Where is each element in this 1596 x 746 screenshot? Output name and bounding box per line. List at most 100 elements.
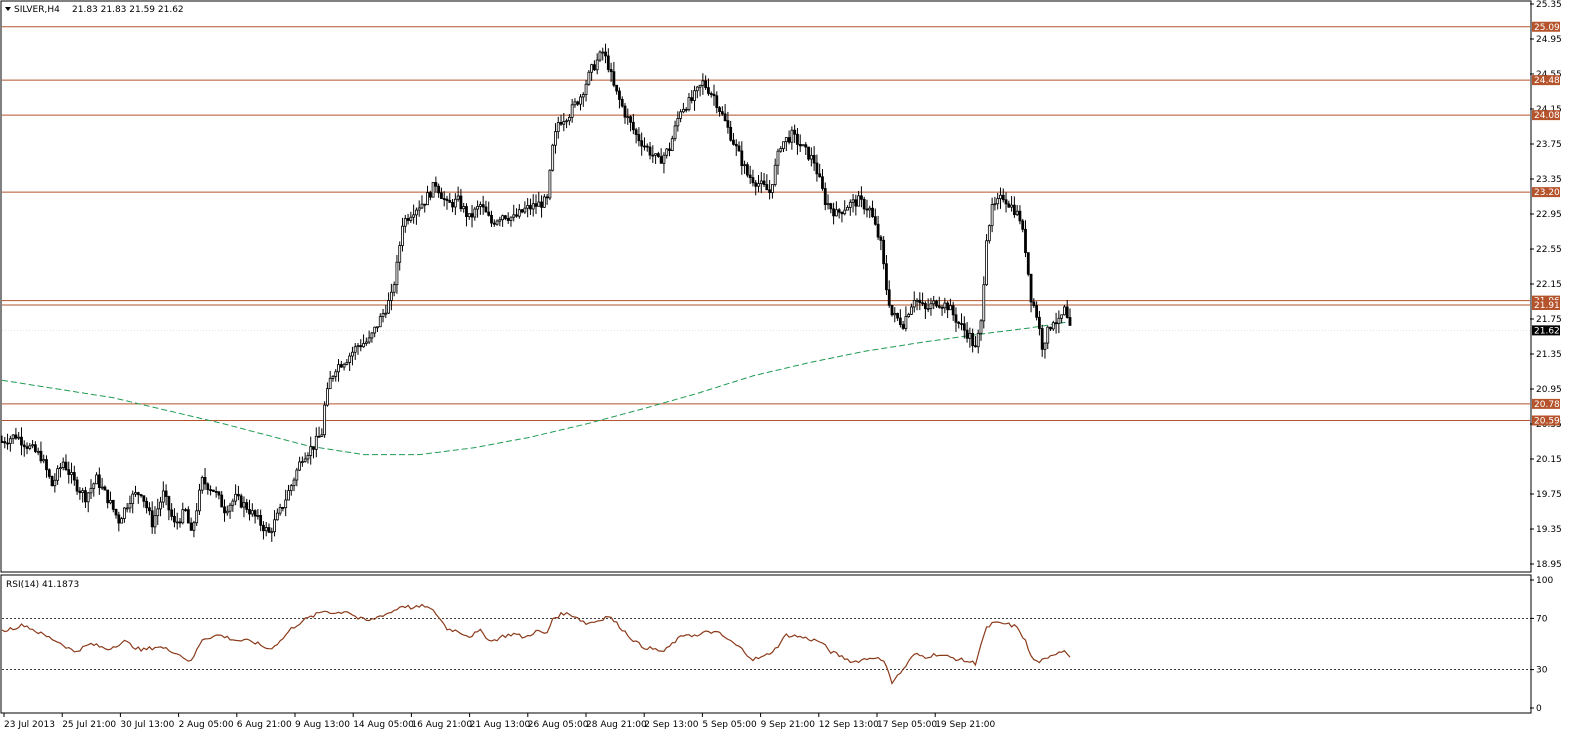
- candle-body: [106, 489, 110, 504]
- candle-body: [323, 404, 327, 436]
- candle-body: [270, 531, 274, 534]
- candle-body: [78, 490, 82, 494]
- candle-body: [3, 441, 7, 444]
- candle-body: [940, 306, 944, 309]
- candle-body: [195, 510, 199, 524]
- candle-body: [345, 362, 349, 365]
- candle-body: [228, 504, 232, 512]
- candle-body: [139, 494, 143, 497]
- price-tick-label: 21.75: [1536, 315, 1562, 325]
- candle-body: [662, 154, 666, 164]
- candle-body: [326, 388, 329, 406]
- candle-body: [295, 469, 299, 481]
- candle-body: [289, 485, 293, 492]
- time-tick-label: 12 Sep 13:00: [819, 720, 879, 730]
- candle-body: [584, 83, 588, 95]
- candle-body: [320, 434, 324, 437]
- candle-body: [498, 219, 502, 222]
- time-tick-label: 2 Sep 13:00: [644, 720, 699, 730]
- candle-body: [815, 162, 819, 175]
- candle-body: [490, 214, 493, 224]
- candle-body: [22, 444, 26, 448]
- candle-body: [111, 499, 115, 510]
- candle-body: [303, 458, 307, 463]
- candle-body: [748, 174, 752, 178]
- candle-body: [829, 203, 833, 210]
- candle-body: [412, 214, 416, 218]
- level-badge-label: 20.59: [1534, 417, 1560, 427]
- candle-body: [281, 507, 285, 509]
- candle-body: [161, 490, 165, 503]
- candle-body: [629, 116, 632, 123]
- candle-body: [679, 111, 683, 119]
- candle-body: [1057, 317, 1061, 324]
- price-tick-label: 21.35: [1536, 350, 1562, 360]
- candle-body: [954, 314, 958, 323]
- candle-body: [720, 111, 724, 115]
- candle-body: [576, 101, 580, 105]
- candle-body: [570, 104, 574, 118]
- candle-body: [929, 303, 933, 309]
- chart: SILVER,H4 21.83 21.83 21.59 21.62 25.35 2…: [0, 0, 1562, 730]
- candle-body: [737, 145, 741, 152]
- candle-body: [348, 355, 352, 363]
- candle-body: [231, 500, 235, 506]
- candle-body: [762, 180, 766, 185]
- candle-body: [33, 444, 37, 452]
- candle-body: [987, 225, 991, 242]
- candle-body: [1049, 326, 1052, 330]
- candle-body: [211, 489, 215, 492]
- candle-body: [932, 300, 936, 305]
- candle-body: [11, 434, 15, 440]
- candle-body: [512, 214, 516, 218]
- price-tick-label: 22.55: [1536, 245, 1562, 255]
- candle-body: [8, 438, 12, 444]
- candle-body: [531, 203, 535, 210]
- candle-body: [517, 209, 521, 217]
- candle-body: [442, 198, 446, 200]
- candle-body: [523, 207, 527, 213]
- candle-body: [192, 522, 196, 531]
- price-tick-label: 23.35: [1536, 175, 1562, 185]
- candle-body: [843, 209, 847, 215]
- candle-body: [420, 203, 424, 209]
- candle-body: [242, 502, 246, 508]
- candle-body: [95, 474, 98, 485]
- candle-body: [31, 444, 34, 447]
- candle-body: [189, 522, 193, 531]
- candle-body: [61, 461, 65, 468]
- candle-body: [334, 371, 338, 377]
- candle-body: [937, 305, 941, 308]
- candle-body: [401, 225, 404, 246]
- candle-body: [707, 87, 710, 94]
- candle-body: [248, 509, 251, 515]
- candle-body: [982, 284, 986, 322]
- candle-body: [437, 185, 441, 194]
- candle-body: [698, 84, 702, 88]
- candle-body: [606, 55, 610, 70]
- candle-body: [356, 345, 360, 348]
- candle-body: [501, 215, 505, 221]
- candle-body: [796, 133, 799, 145]
- candle-body: [415, 209, 418, 216]
- candle-body: [926, 307, 930, 310]
- candle-body: [559, 122, 563, 125]
- candle-body: [1035, 305, 1039, 318]
- candle-body: [537, 201, 541, 207]
- candle-body: [898, 317, 902, 325]
- candle-body: [912, 300, 916, 308]
- price-tick-label: 19.75: [1536, 490, 1562, 500]
- candle-body: [167, 496, 171, 511]
- candle-body: [768, 189, 772, 193]
- candle-body: [206, 483, 210, 491]
- candle-body: [554, 131, 557, 146]
- candle-body: [868, 207, 872, 211]
- candle-body: [384, 312, 388, 315]
- candle-body: [618, 90, 621, 100]
- candle-body: [801, 144, 805, 147]
- candle-body: [1060, 314, 1064, 319]
- candle-body: [1032, 301, 1036, 307]
- candle-body: [481, 204, 485, 208]
- candle-body: [974, 345, 977, 348]
- candle-body: [462, 206, 466, 210]
